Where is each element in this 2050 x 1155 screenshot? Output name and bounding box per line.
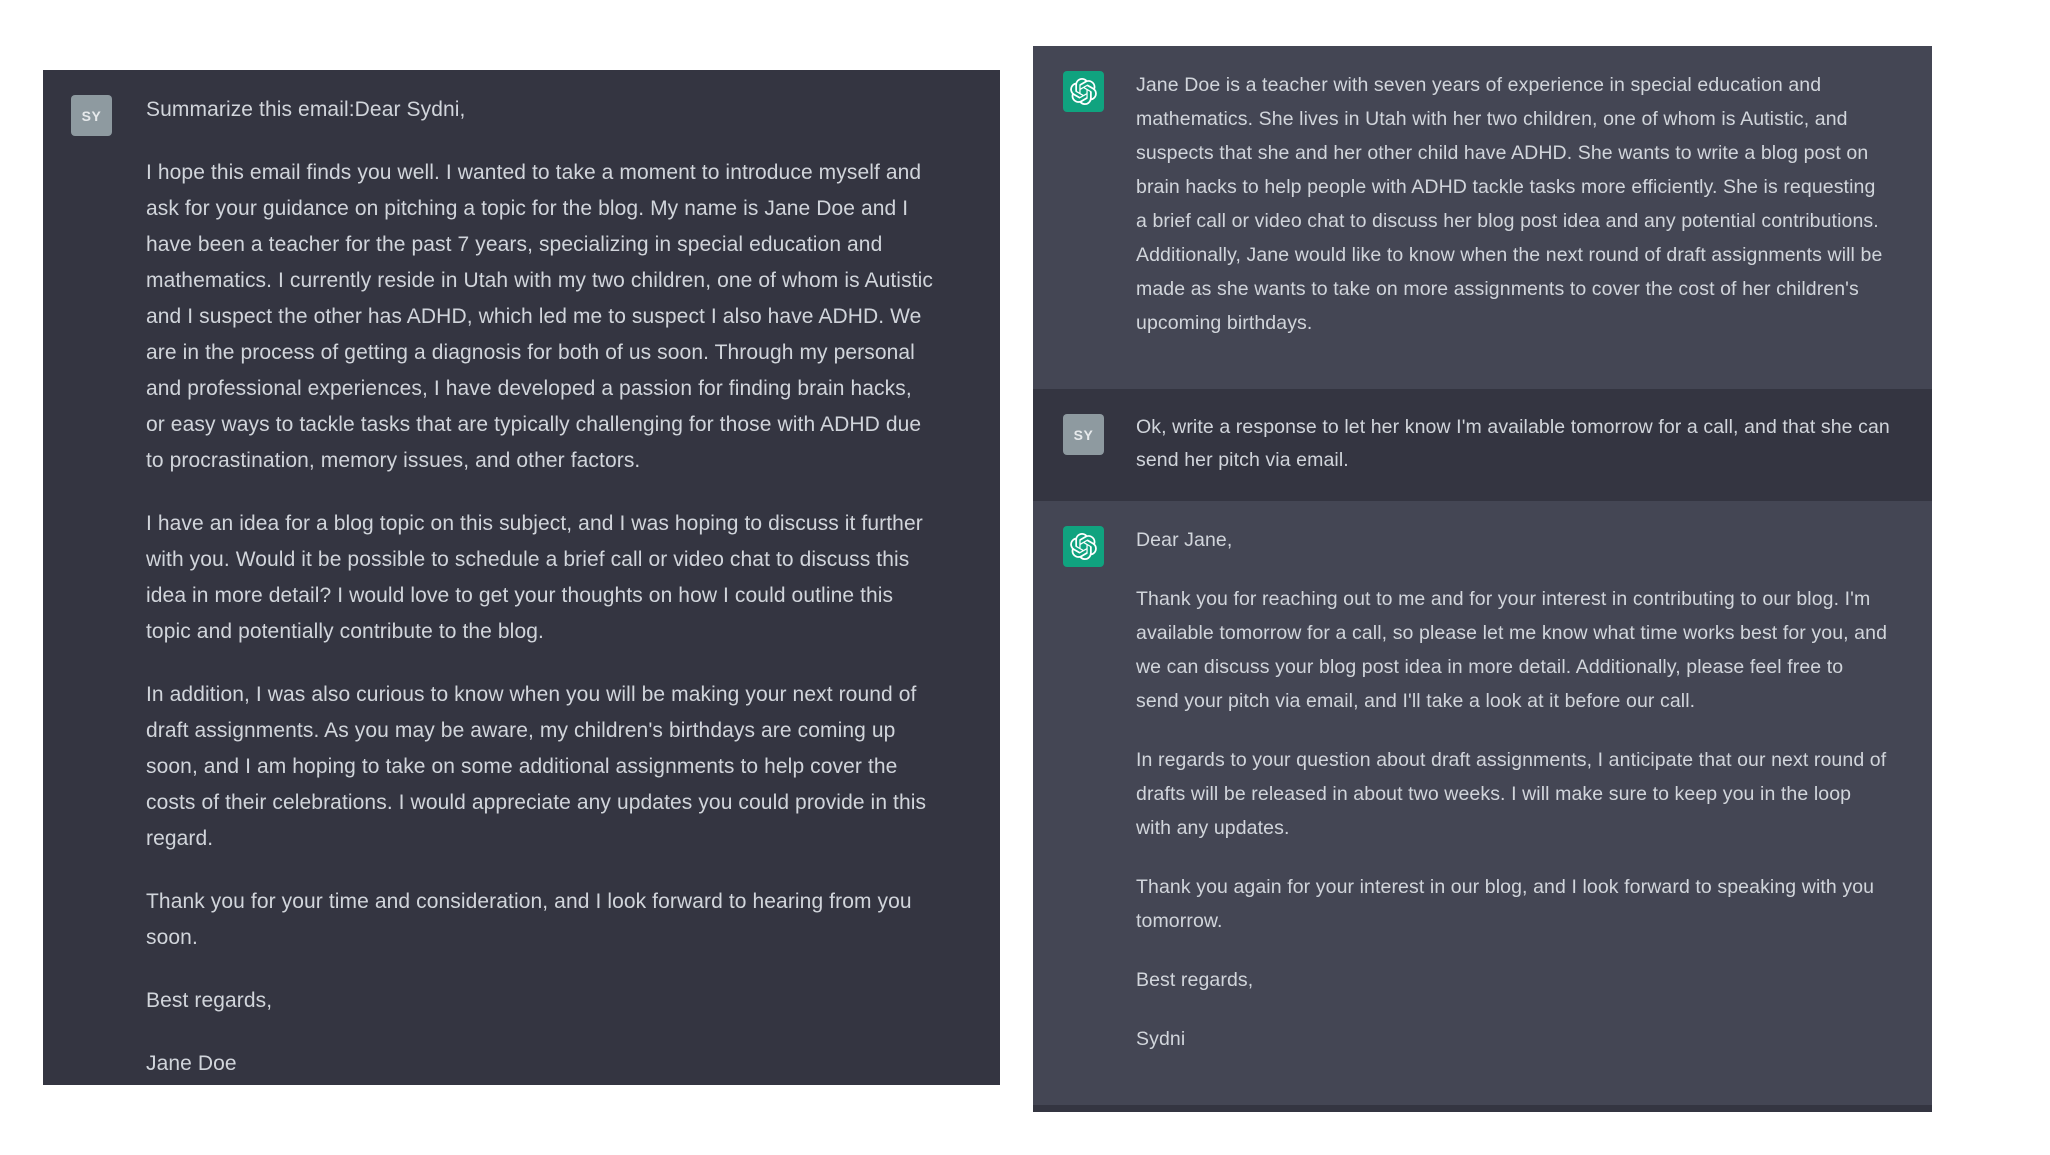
message-paragraph: Thank you again for your interest in our… [1136, 876, 1875, 932]
message-paragraph: I have an idea for a blog topic on this … [146, 512, 923, 643]
message-row-user: SY Ok, write a response to let her know … [1033, 389, 1932, 501]
avatar-initials-label: SY [1073, 426, 1094, 443]
message-paragraph: Best regards, [146, 989, 273, 1012]
message-paragraph: Dear Jane, [1136, 529, 1233, 551]
message-paragraph: Ok, write a response to let her know I'm… [1136, 416, 1890, 471]
message-body: Dear Jane, Thank you for reaching out to… [1136, 523, 1891, 1081]
message-row-assistant: Dear Jane, Thank you for reaching out to… [1033, 501, 1932, 1105]
message-row-assistant: Jane Doe is a teacher with seven years o… [1033, 46, 1932, 389]
user-initials-avatar: SY [71, 95, 112, 136]
message-body: Summarize this email:Dear Sydni, I hope … [146, 92, 936, 1085]
message-paragraph: Summarize this email:Dear Sydni, [146, 98, 466, 121]
openai-logo-icon [1063, 526, 1104, 567]
message-row-user: SY Summarize this email:Dear Sydni, I ho… [43, 70, 1000, 1085]
message-paragraph: Sydni [1136, 1028, 1186, 1050]
message-paragraph: Jane Doe [146, 1052, 237, 1075]
message-paragraph: I hope this email finds you well. I want… [146, 161, 933, 472]
message-paragraph: Best regards, [1136, 969, 1254, 991]
message-paragraph: Thank you for your time and consideratio… [146, 890, 912, 949]
openai-logo-icon [1063, 71, 1104, 112]
message-body: Ok, write a response to let her know I'm… [1136, 411, 1891, 477]
message-paragraph: In addition, I was also curious to know … [146, 683, 927, 850]
right-conversation-panel: Jane Doe is a teacher with seven years o… [1033, 46, 1932, 1112]
left-conversation-panel: SY Summarize this email:Dear Sydni, I ho… [43, 70, 1000, 1085]
user-initials-avatar: SY [1063, 414, 1104, 455]
message-body: Jane Doe is a teacher with seven years o… [1136, 68, 1891, 365]
message-paragraph: In regards to your question about draft … [1136, 749, 1887, 839]
avatar-initials-label: SY [81, 107, 102, 124]
message-paragraph: Jane Doe is a teacher with seven years o… [1136, 74, 1883, 334]
message-paragraph: Thank you for reaching out to me and for… [1136, 588, 1888, 712]
